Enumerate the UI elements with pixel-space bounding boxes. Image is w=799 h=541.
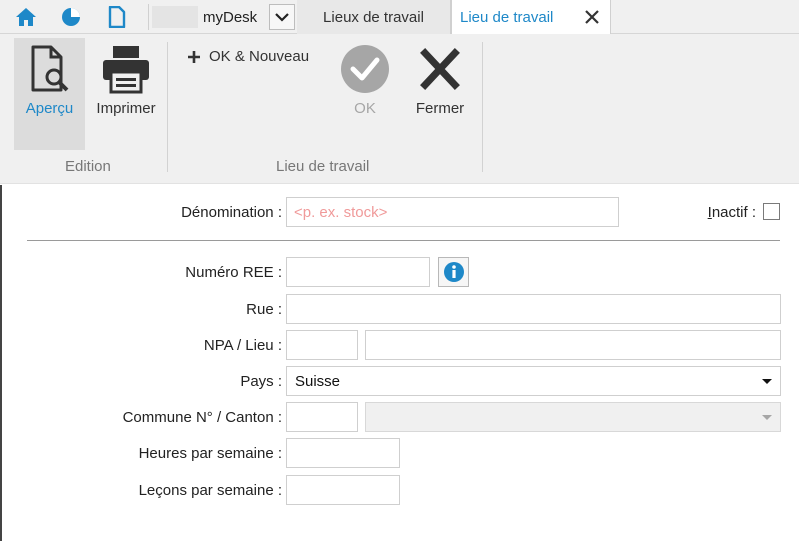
ok-button[interactable]: OK: [335, 44, 395, 117]
ok-nouveau-button[interactable]: OK & Nouveau: [187, 48, 309, 65]
tab-lieux-de-travail[interactable]: Lieux de travail: [297, 0, 451, 34]
commune-input[interactable]: [286, 402, 358, 432]
inactif-checkbox[interactable]: [763, 203, 780, 220]
desk-color-swatch: [152, 6, 198, 28]
pays-label: Pays :: [240, 373, 282, 390]
rue-input[interactable]: [286, 294, 781, 324]
ribbon-toolbar: Aperçu Imprimer Edition OK & Nouveau OK …: [0, 34, 799, 184]
fermer-button[interactable]: Fermer: [409, 44, 471, 117]
ok-label: OK: [354, 100, 376, 117]
group-separator: [167, 42, 168, 172]
inactif-label: Inactif :: [707, 204, 756, 221]
chevron-down-icon: [275, 13, 289, 22]
mydesk-label[interactable]: myDesk: [203, 9, 257, 26]
apercu-label: Aperçu: [25, 100, 74, 117]
lecons-label: Leçons par semaine :: [138, 482, 282, 499]
lieu-form: Dénomination : Inactif : Numéro REE : Ru…: [0, 185, 799, 541]
dropdown-arrow-icon: [762, 379, 772, 384]
lecons-input[interactable]: [286, 475, 400, 505]
fermer-label: Fermer: [415, 100, 465, 117]
close-icon[interactable]: [584, 9, 600, 25]
dropdown-arrow-icon: [762, 415, 772, 420]
info-button[interactable]: [438, 257, 469, 287]
form-divider: [27, 240, 780, 241]
denomination-label: Dénomination :: [181, 204, 282, 221]
numero-ree-label: Numéro REE :: [185, 264, 282, 281]
tab-lieu-de-travail[interactable]: Lieu de travail: [451, 0, 611, 35]
plus-icon: [188, 50, 200, 63]
pays-select[interactable]: Suisse: [286, 366, 781, 396]
numero-ree-input[interactable]: [286, 257, 430, 287]
ok-nouveau-label: OK & Nouveau: [209, 48, 310, 65]
info-icon: [443, 262, 464, 282]
tab-separator: [148, 4, 149, 30]
canton-select[interactable]: [365, 402, 781, 432]
edition-group-label: Edition: [65, 158, 111, 175]
close-x-icon: [420, 48, 460, 90]
pays-value: Suisse: [295, 373, 341, 390]
check-circle-icon: [341, 45, 389, 93]
denomination-input[interactable]: [286, 197, 619, 227]
inactif-label-text: nactif :: [711, 204, 756, 221]
imprimer-label: Imprimer: [96, 100, 156, 117]
commune-canton-label: Commune N° / Canton :: [122, 409, 282, 426]
heures-label: Heures par semaine :: [138, 445, 282, 462]
chart-pie-icon[interactable]: [57, 4, 85, 30]
lieu-input[interactable]: [365, 330, 781, 360]
tab-bar: myDesk Lieux de travail Lieu de travail: [0, 0, 799, 35]
home-icon[interactable]: [12, 4, 40, 30]
preview-magnifier-icon: [31, 45, 68, 92]
window-border: [0, 185, 2, 541]
npa-lieu-label: NPA / Lieu :: [203, 337, 282, 354]
document-icon[interactable]: [103, 4, 131, 30]
tab-label: Lieux de travail: [323, 9, 424, 26]
mydesk-dropdown-button[interactable]: [269, 4, 295, 30]
printer-icon: [103, 46, 149, 94]
group-separator: [482, 42, 483, 172]
lieu-group-label: Lieu de travail: [276, 158, 370, 175]
rue-label: Rue :: [246, 301, 282, 318]
npa-input[interactable]: [286, 330, 358, 360]
apercu-button[interactable]: Aperçu: [14, 38, 85, 150]
imprimer-button[interactable]: Imprimer: [92, 38, 160, 117]
heures-input[interactable]: [286, 438, 400, 468]
tab-label: Lieu de travail: [460, 9, 554, 26]
